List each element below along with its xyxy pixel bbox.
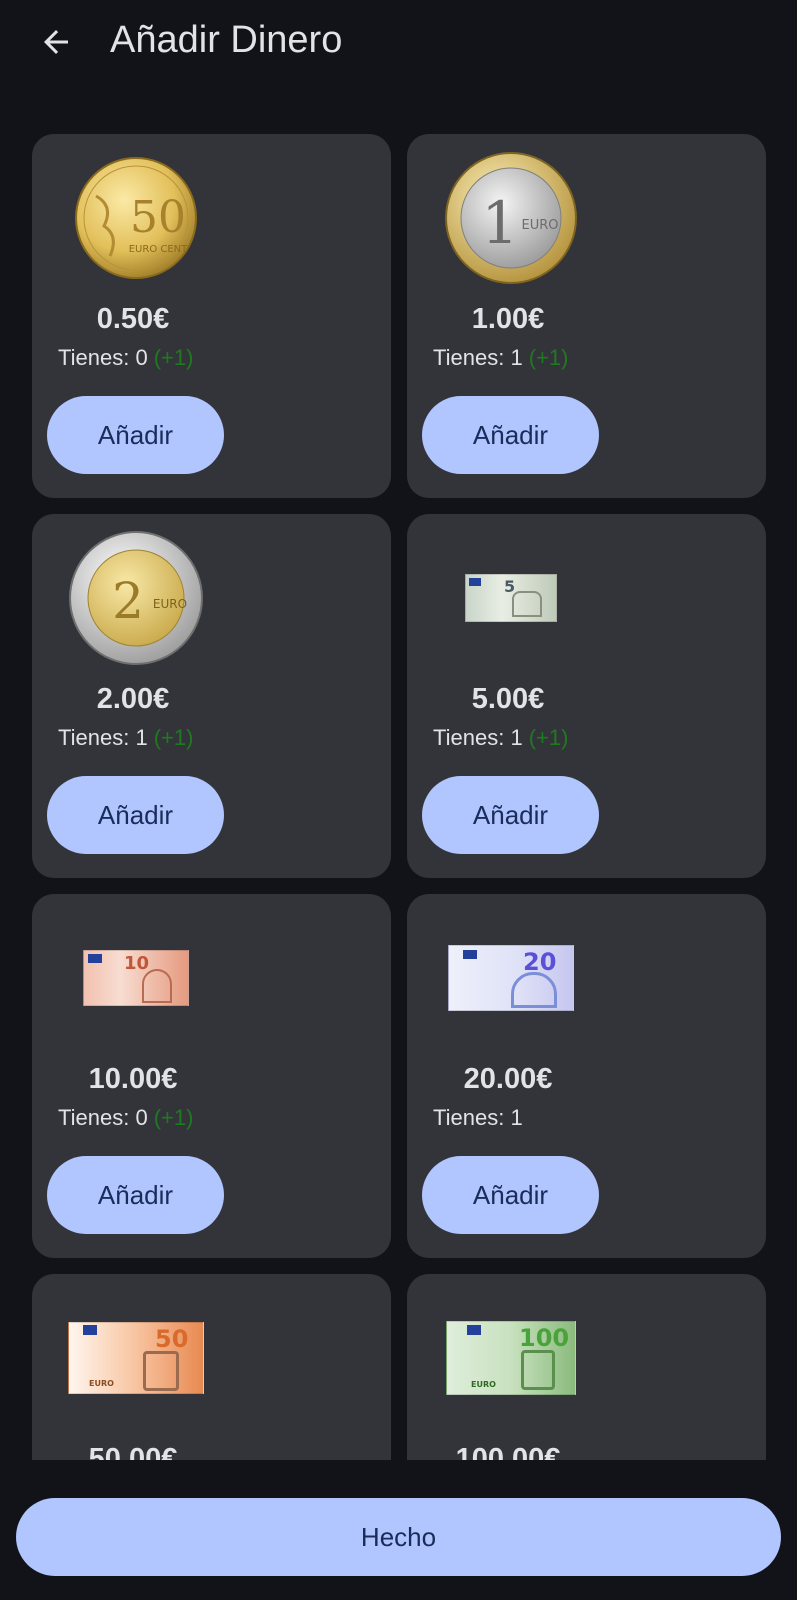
amount-label: 10.00€ — [88, 1063, 178, 1095]
amount-label: 50.00€ — [88, 1443, 178, 1460]
owned-label: Tienes: 0 — [58, 345, 148, 370]
add-button[interactable]: Añadir — [422, 396, 599, 474]
coin-50-cent-image: 50 EURO CENT — [46, 148, 226, 288]
add-button[interactable]: Añadir — [422, 776, 599, 854]
banknote-5-image: 5 — [421, 528, 601, 668]
owned-label: Tienes: 1 — [58, 725, 148, 750]
banknote-50-image: 50 EURO — [46, 1288, 226, 1428]
add-money-screen: Añadir Dinero 50 EURO CENT 0.50€ Tienes:… — [0, 0, 797, 1600]
money-card-10: 10 10.00€ Tienes: 0 (+1) Añadir — [32, 894, 391, 1258]
coin-2-euro-image: 2 EURO — [46, 528, 226, 668]
owned-label: Tienes: 1 — [433, 1105, 523, 1130]
svg-text:EURO: EURO — [153, 597, 187, 611]
owned-count: Tienes: 0 (+1) — [58, 344, 193, 372]
owned-label: Tienes: 0 — [58, 1105, 148, 1130]
banknote-10-image: 10 — [46, 908, 226, 1048]
amount-label: 5.00€ — [471, 683, 545, 715]
money-card-100c: 1 EURO 1.00€ Tienes: 1 (+1) Añadir — [407, 134, 766, 498]
owned-count: Tienes: 0 (+1) — [58, 1104, 193, 1132]
note-euro-text: EURO — [471, 1380, 496, 1389]
delta-label: (+1) — [528, 345, 569, 370]
money-card-050: 50 EURO CENT 0.50€ Tienes: 0 (+1) Añadir — [32, 134, 391, 498]
page-title: Añadir Dinero — [110, 19, 343, 61]
coin-1-euro-image: 1 EURO — [421, 148, 601, 288]
done-button[interactable]: Hecho — [16, 1498, 781, 1576]
svg-text:EURO: EURO — [522, 218, 559, 233]
owned-count: Tienes: 1 (+1) — [58, 724, 193, 752]
note-value-text: 100 — [519, 1324, 570, 1352]
delta-label: (+1) — [153, 725, 194, 750]
money-card-100: 100 EURO 100.00€ — [407, 1274, 766, 1460]
add-button[interactable]: Añadir — [47, 776, 224, 854]
owned-count: Tienes: 1 — [433, 1104, 529, 1132]
amount-label: 100.00€ — [455, 1443, 561, 1460]
banknote-100-image: 100 EURO — [421, 1288, 601, 1428]
coin-value-text: 50 — [130, 192, 186, 243]
money-grid-scroll[interactable]: 50 EURO CENT 0.50€ Tienes: 0(+1) Añadir — [0, 84, 797, 1460]
add-button[interactable]: Añadir — [47, 1156, 224, 1234]
svg-text:EURO CENT: EURO CENT — [129, 244, 188, 255]
delta-label: (+1) — [153, 1105, 194, 1130]
money-card-20: 20 20.00€ Tienes: 1 Añadir — [407, 894, 766, 1258]
owned-count: Tienes: 1 (+1) — [433, 724, 568, 752]
amount-label: 20.00€ — [463, 1063, 553, 1095]
top-app-bar: Añadir Dinero — [0, 0, 797, 84]
arrow-left-icon — [44, 30, 68, 54]
note-value-text: 50 — [155, 1325, 189, 1353]
owned-label: Tienes: 1 — [433, 725, 523, 750]
back-button[interactable] — [28, 14, 84, 70]
delta-label: (+1) — [153, 345, 194, 370]
money-card-5: 5 5.00€ Tienes: 1 (+1) Añadir — [407, 514, 766, 878]
owned-label: Tienes: 1 — [433, 345, 523, 370]
add-button[interactable]: Añadir — [47, 396, 224, 474]
note-euro-text: EURO — [89, 1379, 114, 1388]
banknote-20-image: 20 — [421, 908, 601, 1048]
money-card-50: 50 EURO 50.00€ — [32, 1274, 391, 1460]
money-grid: 50 EURO CENT 0.50€ Tienes: 0(+1) Añadir — [32, 134, 766, 1460]
amount-label: 2.00€ — [96, 683, 170, 715]
add-button[interactable]: Añadir — [422, 1156, 599, 1234]
coin-value-text: 2 — [112, 572, 144, 630]
money-card-200c: 2 EURO 2.00€ Tienes: 1 (+1) Añadir — [32, 514, 391, 878]
amount-label: 1.00€ — [471, 303, 545, 335]
delta-label: (+1) — [528, 725, 569, 750]
coin-value-text: 1 — [482, 189, 519, 257]
note-value-text: 10 — [124, 953, 150, 974]
amount-label: 0.50€ — [96, 303, 170, 335]
owned-count: Tienes: 1 (+1) — [433, 344, 568, 372]
